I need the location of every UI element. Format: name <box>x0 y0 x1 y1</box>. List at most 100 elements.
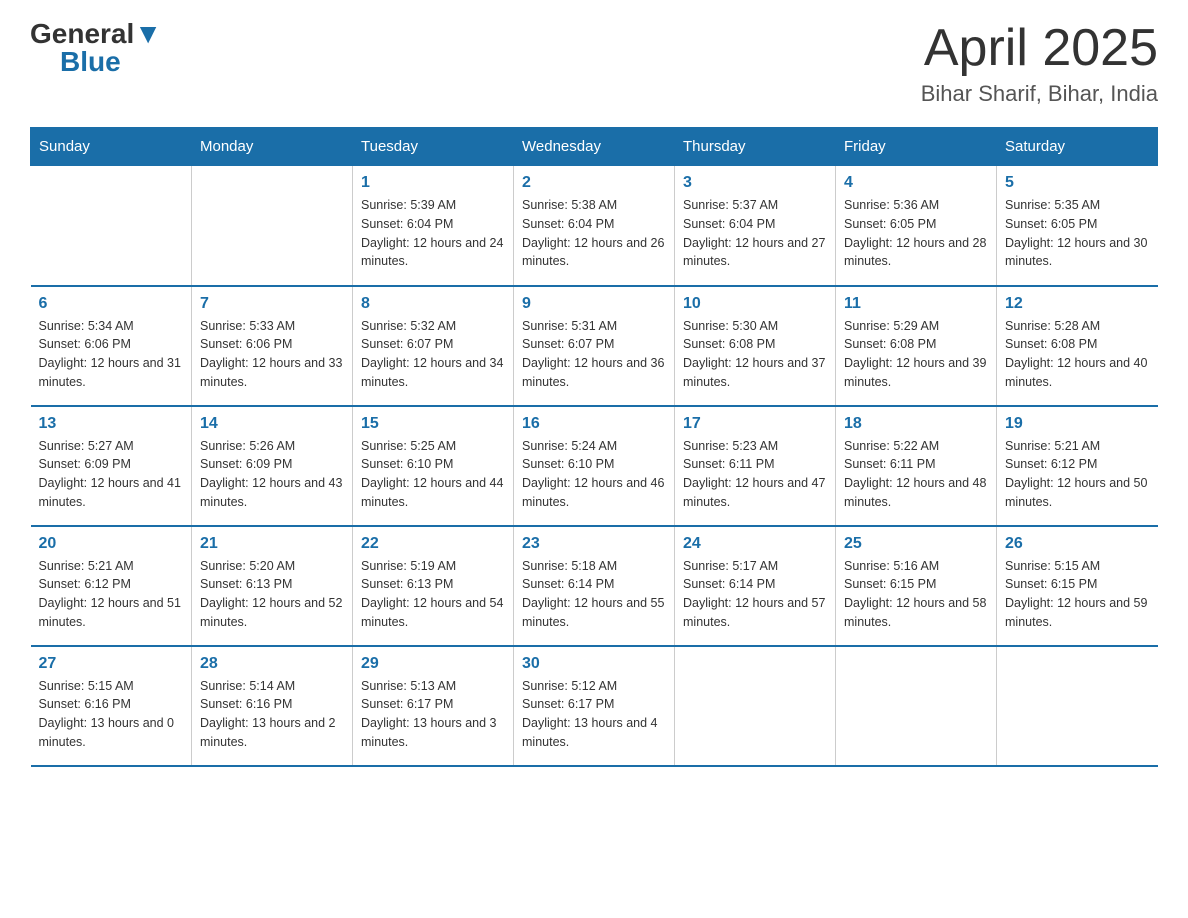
logo-blue-text: Blue <box>60 46 121 77</box>
day-number: 14 <box>200 415 344 433</box>
calendar-day-cell: 29Sunrise: 5:13 AMSunset: 6:17 PMDayligh… <box>353 646 514 766</box>
day-number: 1 <box>361 174 505 192</box>
day-number: 9 <box>522 295 666 313</box>
day-of-week-header: Thursday <box>675 128 836 166</box>
calendar-day-cell: 2Sunrise: 5:38 AMSunset: 6:04 PMDaylight… <box>514 166 675 286</box>
day-info: Sunrise: 5:33 AMSunset: 6:06 PMDaylight:… <box>200 317 344 392</box>
day-info: Sunrise: 5:13 AMSunset: 6:17 PMDaylight:… <box>361 677 505 752</box>
month-year-title: April 2025 <box>921 20 1158 77</box>
calendar-day-cell: 18 Sunrise: 5:22 AMSunset: 6:11 PMDayligh… <box>836 406 997 526</box>
logo-triangle-icon: ▼ <box>134 18 162 49</box>
day-number: 20 <box>39 535 184 553</box>
calendar-day-cell: 1Sunrise: 5:39 AMSunset: 6:04 PMDaylight… <box>353 166 514 286</box>
calendar-day-cell: 19 Sunrise: 5:21 AMSunset: 6:12 PMDayligh… <box>997 406 1158 526</box>
day-info: Sunrise: 5:26 AMSunset: 6:09 PMDaylight:… <box>200 437 344 512</box>
day-info: Sunrise: 5:24 AMSunset: 6:10 PMDaylight:… <box>522 437 666 512</box>
page-header: General▼ Blue April 2025 Bihar Sharif, B… <box>30 20 1158 107</box>
day-info: Sunrise: 5:36 AMSunset: 6:05 PMDaylight:… <box>844 196 988 271</box>
day-number: 17 <box>683 415 827 433</box>
day-info: Sunrise: 5:28 AMSunset: 6:08 PMDaylight:… <box>1005 317 1150 392</box>
day-info: Sunrise: 5:32 AMSunset: 6:07 PMDaylight:… <box>361 317 505 392</box>
day-number: 19 <box>1005 415 1150 433</box>
day-of-week-header: Wednesday <box>514 128 675 166</box>
day-of-week-header: Friday <box>836 128 997 166</box>
day-info: Sunrise: 5:30 AMSunset: 6:08 PMDaylight:… <box>683 317 827 392</box>
calendar-table: SundayMondayTuesdayWednesdayThursdayFrid… <box>30 127 1158 767</box>
calendar-day-cell <box>192 166 353 286</box>
day-number: 15 <box>361 415 505 433</box>
day-number: 13 <box>39 415 184 433</box>
calendar-day-cell: 3 Sunrise: 5:37 AMSunset: 6:04 PMDaylight… <box>675 166 836 286</box>
day-info: Sunrise: 5:18 AMSunset: 6:14 PMDaylight:… <box>522 557 666 632</box>
day-number: 11 <box>844 295 988 313</box>
calendar-day-cell: 7 Sunrise: 5:33 AMSunset: 6:06 PMDaylight… <box>192 286 353 406</box>
day-number: 16 <box>522 415 666 433</box>
calendar-week-row: 20 Sunrise: 5:21 AMSunset: 6:12 PMDayligh… <box>31 526 1158 646</box>
day-info: Sunrise: 5:21 AMSunset: 6:12 PMDaylight:… <box>1005 437 1150 512</box>
calendar-day-cell: 14 Sunrise: 5:26 AMSunset: 6:09 PMDayligh… <box>192 406 353 526</box>
day-info: Sunrise: 5:17 AMSunset: 6:14 PMDaylight:… <box>683 557 827 632</box>
calendar-day-cell <box>836 646 997 766</box>
location-subtitle: Bihar Sharif, Bihar, India <box>921 81 1158 107</box>
day-number: 28 <box>200 655 344 673</box>
calendar-day-cell: 8 Sunrise: 5:32 AMSunset: 6:07 PMDaylight… <box>353 286 514 406</box>
day-number: 26 <box>1005 535 1150 553</box>
day-info: Sunrise: 5:37 AMSunset: 6:04 PMDaylight:… <box>683 196 827 271</box>
calendar-day-cell: 10 Sunrise: 5:30 AMSunset: 6:08 PMDayligh… <box>675 286 836 406</box>
calendar-header-row: SundayMondayTuesdayWednesdayThursdayFrid… <box>31 128 1158 166</box>
day-number: 7 <box>200 295 344 313</box>
day-number: 22 <box>361 535 505 553</box>
day-info: Sunrise: 5:16 AMSunset: 6:15 PMDaylight:… <box>844 557 988 632</box>
calendar-week-row: 6 Sunrise: 5:34 AMSunset: 6:06 PMDaylight… <box>31 286 1158 406</box>
day-number: 3 <box>683 174 827 192</box>
calendar-day-cell: 22 Sunrise: 5:19 AMSunset: 6:13 PMDayligh… <box>353 526 514 646</box>
day-number: 5 <box>1005 174 1150 192</box>
day-info: Sunrise: 5:35 AMSunset: 6:05 PMDaylight:… <box>1005 196 1150 271</box>
day-number: 24 <box>683 535 827 553</box>
calendar-day-cell: 20 Sunrise: 5:21 AMSunset: 6:12 PMDayligh… <box>31 526 192 646</box>
day-number: 4 <box>844 174 988 192</box>
calendar-week-row: 1Sunrise: 5:39 AMSunset: 6:04 PMDaylight… <box>31 166 1158 286</box>
calendar-day-cell <box>997 646 1158 766</box>
day-number: 25 <box>844 535 988 553</box>
day-info: Sunrise: 5:25 AMSunset: 6:10 PMDaylight:… <box>361 437 505 512</box>
calendar-day-cell: 30Sunrise: 5:12 AMSunset: 6:17 PMDayligh… <box>514 646 675 766</box>
calendar-day-cell: 11 Sunrise: 5:29 AMSunset: 6:08 PMDayligh… <box>836 286 997 406</box>
day-info: Sunrise: 5:21 AMSunset: 6:12 PMDaylight:… <box>39 557 184 632</box>
calendar-day-cell: 13 Sunrise: 5:27 AMSunset: 6:09 PMDayligh… <box>31 406 192 526</box>
calendar-day-cell: 17 Sunrise: 5:23 AMSunset: 6:11 PMDayligh… <box>675 406 836 526</box>
day-number: 10 <box>683 295 827 313</box>
day-info: Sunrise: 5:29 AMSunset: 6:08 PMDaylight:… <box>844 317 988 392</box>
title-block: April 2025 Bihar Sharif, Bihar, India <box>921 20 1158 107</box>
day-info: Sunrise: 5:27 AMSunset: 6:09 PMDaylight:… <box>39 437 184 512</box>
day-info: Sunrise: 5:15 AMSunset: 6:16 PMDaylight:… <box>39 677 184 752</box>
day-info: Sunrise: 5:22 AMSunset: 6:11 PMDaylight:… <box>844 437 988 512</box>
calendar-day-cell: 15 Sunrise: 5:25 AMSunset: 6:10 PMDayligh… <box>353 406 514 526</box>
calendar-day-cell: 4 Sunrise: 5:36 AMSunset: 6:05 PMDaylight… <box>836 166 997 286</box>
calendar-day-cell: 16 Sunrise: 5:24 AMSunset: 6:10 PMDayligh… <box>514 406 675 526</box>
calendar-day-cell: 23 Sunrise: 5:18 AMSunset: 6:14 PMDayligh… <box>514 526 675 646</box>
calendar-day-cell: 21 Sunrise: 5:20 AMSunset: 6:13 PMDayligh… <box>192 526 353 646</box>
day-info: Sunrise: 5:31 AMSunset: 6:07 PMDaylight:… <box>522 317 666 392</box>
day-number: 21 <box>200 535 344 553</box>
day-info: Sunrise: 5:12 AMSunset: 6:17 PMDaylight:… <box>522 677 666 752</box>
day-info: Sunrise: 5:19 AMSunset: 6:13 PMDaylight:… <box>361 557 505 632</box>
day-info: Sunrise: 5:14 AMSunset: 6:16 PMDaylight:… <box>200 677 344 752</box>
calendar-day-cell: 5 Sunrise: 5:35 AMSunset: 6:05 PMDaylight… <box>997 166 1158 286</box>
calendar-day-cell: 26Sunrise: 5:15 AMSunset: 6:15 PMDayligh… <box>997 526 1158 646</box>
calendar-day-cell: 25 Sunrise: 5:16 AMSunset: 6:15 PMDayligh… <box>836 526 997 646</box>
day-info: Sunrise: 5:23 AMSunset: 6:11 PMDaylight:… <box>683 437 827 512</box>
calendar-day-cell: 6 Sunrise: 5:34 AMSunset: 6:06 PMDaylight… <box>31 286 192 406</box>
day-number: 23 <box>522 535 666 553</box>
calendar-day-cell <box>675 646 836 766</box>
calendar-week-row: 27Sunrise: 5:15 AMSunset: 6:16 PMDayligh… <box>31 646 1158 766</box>
day-info: Sunrise: 5:20 AMSunset: 6:13 PMDaylight:… <box>200 557 344 632</box>
day-info: Sunrise: 5:34 AMSunset: 6:06 PMDaylight:… <box>39 317 184 392</box>
day-number: 18 <box>844 415 988 433</box>
calendar-day-cell: 12 Sunrise: 5:28 AMSunset: 6:08 PMDayligh… <box>997 286 1158 406</box>
logo-general-text: General▼ <box>30 20 162 48</box>
calendar-day-cell: 28 Sunrise: 5:14 AMSunset: 6:16 PMDayligh… <box>192 646 353 766</box>
day-number: 8 <box>361 295 505 313</box>
day-number: 12 <box>1005 295 1150 313</box>
day-number: 6 <box>39 295 184 313</box>
